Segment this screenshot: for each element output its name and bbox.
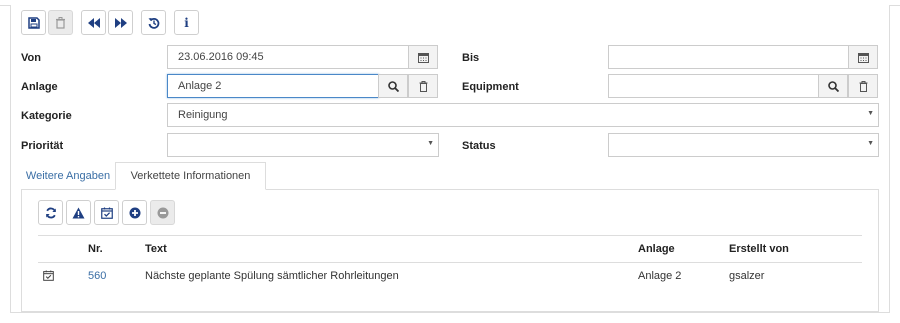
tab-verkettete-informationen[interactable]: Verkettete Informationen (115, 162, 266, 190)
warning-icon (72, 207, 85, 218)
table-row[interactable]: 560 Nächste geplante Spülung sämtlicher … (38, 263, 862, 289)
linked-info-toolbar (38, 200, 175, 225)
chevron-down-icon: ▼ (867, 140, 874, 147)
refresh-icon (45, 207, 56, 218)
von-label: Von (21, 52, 41, 64)
search-icon (387, 80, 399, 92)
fast-forward-icon (114, 17, 127, 28)
column-header-text[interactable]: Text (145, 236, 167, 263)
calendar-icon (417, 52, 429, 63)
bis-label: Bis (462, 52, 480, 64)
search-icon (827, 80, 839, 92)
info-button[interactable]: i (174, 10, 199, 35)
row-erstellt-von: gsalzer (729, 270, 765, 282)
von-calendar-button[interactable] (408, 45, 438, 69)
column-header-nr[interactable]: Nr. (88, 236, 103, 263)
refresh-button[interactable] (38, 200, 63, 225)
remove-button[interactable] (150, 200, 175, 225)
chevron-down-icon: ▼ (427, 140, 434, 147)
trash-icon (859, 80, 867, 92)
info-icon: i (184, 15, 189, 30)
von-input[interactable]: 23.06.2016 09:45 (167, 45, 409, 69)
add-appointment-button[interactable] (94, 200, 119, 225)
main-toolbar: i (21, 10, 199, 35)
row-anlage: Anlage 2 (638, 270, 682, 282)
add-button[interactable] (122, 200, 147, 225)
plus-circle-icon (129, 207, 140, 218)
save-icon (27, 16, 40, 29)
kategorie-select[interactable]: Reinigung ▼ (167, 103, 879, 127)
bis-input[interactable] (608, 45, 849, 69)
history-button[interactable] (141, 10, 166, 35)
minus-circle-icon (157, 207, 168, 218)
prioritaet-select[interactable]: ▼ (167, 133, 439, 157)
kategorie-label: Kategorie (21, 110, 72, 122)
anlage-label: Anlage (21, 81, 58, 93)
bis-calendar-button[interactable] (848, 45, 878, 69)
anlage-search-button[interactable] (378, 74, 408, 98)
tab-weitere-angaben[interactable]: Weitere Angaben (21, 162, 115, 190)
fast-backward-icon (87, 17, 100, 28)
status-label: Status (462, 140, 496, 152)
kategorie-value: Reinigung (178, 109, 228, 121)
column-header-anlage[interactable]: Anlage (638, 236, 675, 263)
equipment-search-button[interactable] (818, 74, 848, 98)
trash-icon (419, 80, 427, 92)
equipment-label: Equipment (462, 81, 519, 93)
calendar-icon (857, 52, 869, 63)
history-icon (148, 17, 159, 29)
chevron-down-icon: ▼ (867, 110, 874, 117)
anlage-input[interactable]: Anlage 2 (167, 74, 379, 98)
row-text: Nächste geplante Spülung sämtlicher Rohr… (145, 270, 399, 282)
delete-button[interactable] (48, 10, 73, 35)
prioritaet-label: Priorität (21, 140, 64, 152)
column-header-erstellt-von[interactable]: Erstellt von (729, 236, 789, 263)
equipment-clear-button[interactable] (848, 74, 878, 98)
row-nr-link[interactable]: 560 (88, 263, 106, 290)
status-select[interactable]: ▼ (608, 133, 879, 157)
anlage-clear-button[interactable] (408, 74, 438, 98)
next-record-button[interactable] (108, 10, 133, 35)
previous-record-button[interactable] (81, 10, 106, 35)
calendar-check-icon (43, 270, 54, 284)
table-header: Nr. Text Anlage Erstellt von (38, 235, 862, 263)
equipment-input[interactable] (608, 74, 819, 98)
add-warning-button[interactable] (66, 200, 91, 225)
calendar-check-icon (100, 207, 113, 219)
trash-icon (56, 16, 65, 29)
save-button[interactable] (21, 10, 46, 35)
